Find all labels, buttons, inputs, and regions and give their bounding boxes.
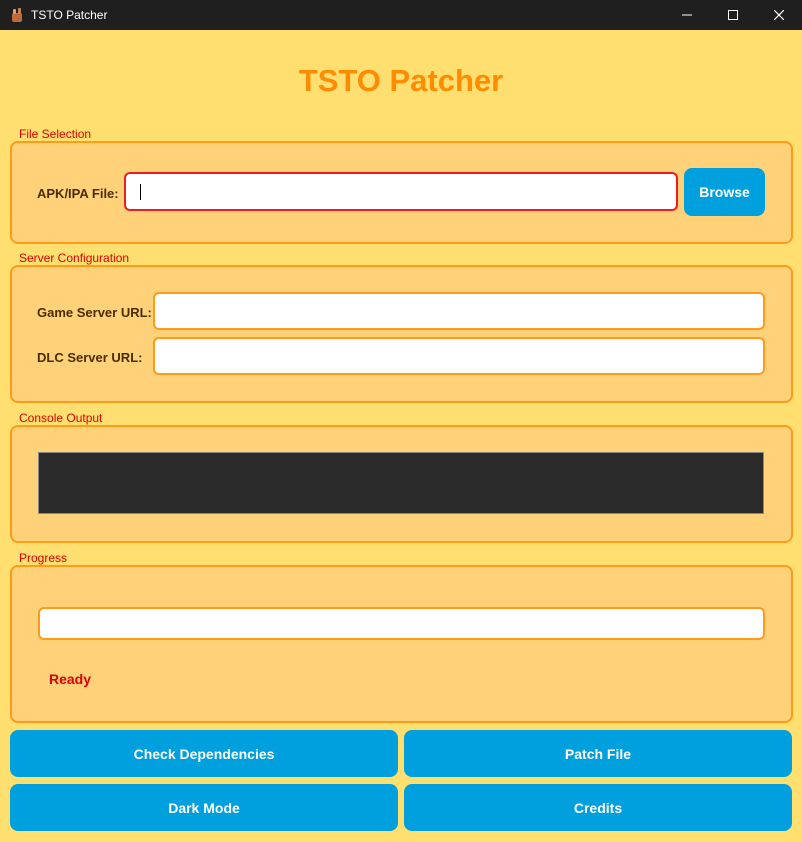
patch-file-button[interactable]: Patch File [404,730,792,777]
console-output[interactable] [38,452,764,514]
close-button[interactable] [756,0,802,30]
dlc-server-label: DLC Server URL: [37,350,143,365]
console-output-group [10,425,793,543]
apk-file-input[interactable] [124,172,678,211]
page-title: TSTO Patcher [298,63,504,98]
title-bar: TSTO Patcher [0,0,802,30]
apk-file-label: APK/IPA File: [37,186,119,201]
browse-button[interactable]: Browse [684,168,765,216]
game-server-label: Game Server URL: [37,305,152,320]
text-caret [140,184,141,200]
app-icon [12,8,22,22]
app-window: TSTO Patcher TSTO Patcher File Selection… [0,0,802,842]
dark-mode-button[interactable]: Dark Mode [10,784,398,831]
minimize-button[interactable] [664,0,710,30]
progress-group: Ready [10,565,793,723]
status-text: Ready [49,671,92,687]
maximize-icon [728,10,738,20]
window-title: TSTO Patcher [31,8,108,22]
dlc-server-input[interactable] [153,337,765,375]
server-config-label: Server Configuration [19,251,130,265]
main-panel: TSTO Patcher File Selection APK/IPA File… [2,30,800,840]
server-config-group: Game Server URL: DLC Server URL: [10,265,793,403]
file-selection-group: APK/IPA File: Browse [10,141,793,244]
file-selection-label: File Selection [19,127,92,141]
console-output-label: Console Output [19,411,103,425]
progress-bar [38,607,765,640]
minimize-icon [682,14,692,16]
maximize-button[interactable] [710,0,756,30]
game-server-input[interactable] [153,292,765,330]
credits-button[interactable]: Credits [404,784,792,831]
progress-label: Progress [19,551,68,565]
check-dependencies-button[interactable]: Check Dependencies [10,730,398,777]
close-icon [774,10,784,20]
